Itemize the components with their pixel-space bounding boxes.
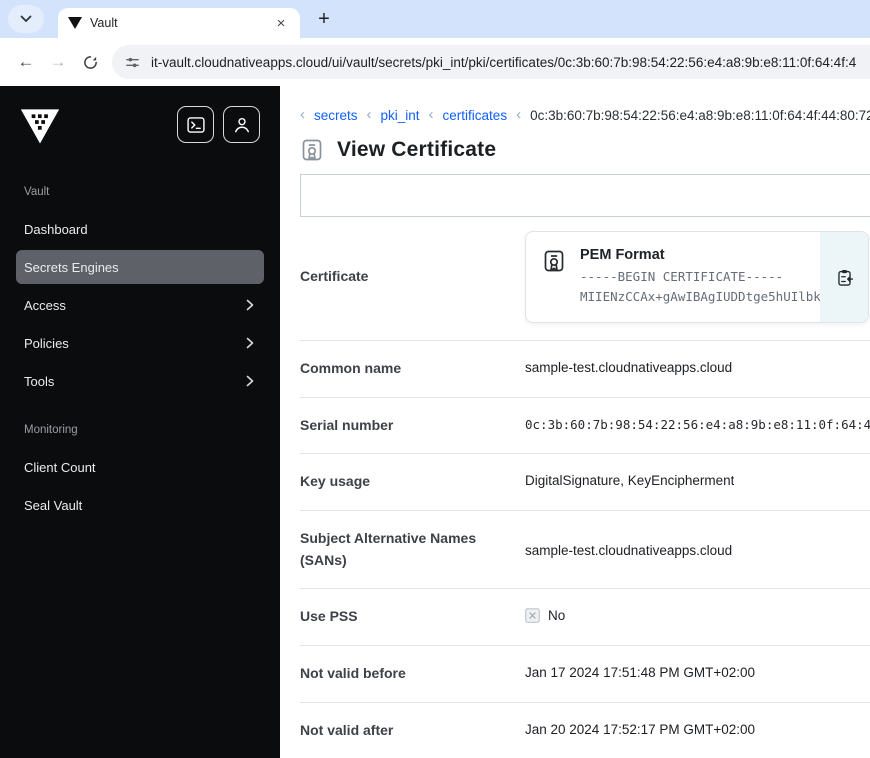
sidebar-item-secrets-engines[interactable]: Secrets Engines: [16, 250, 264, 284]
detail-value: Jan 17 2024 17:51:48 PM GMT+02:00: [525, 665, 756, 681]
detail-row-not-valid-after: Not valid after Jan 20 2024 17:52:17 PM …: [300, 703, 870, 758]
chevron-left-icon: ‹: [300, 108, 305, 123]
sidebar-item-seal-vault[interactable]: Seal Vault: [16, 486, 264, 524]
breadcrumb-pki-int[interactable]: pki_int: [381, 108, 420, 123]
sidebar-nav: Vault Dashboard Secrets Engines Access P…: [16, 186, 264, 524]
chevron-right-icon: [246, 337, 254, 349]
chevron-right-icon: [246, 375, 254, 387]
detail-row-certificate: Certificate PEM Format -----BEGIN CERTIF…: [300, 217, 870, 341]
pem-line-begin: -----BEGIN CERTIFICATE-----: [580, 269, 784, 284]
detail-label: Subject Alternative Names (SANs): [300, 530, 477, 568]
detail-label: Not valid before: [300, 665, 406, 682]
page-title-text: View Certificate: [337, 138, 497, 161]
detail-row-serial-number: Serial number 0c:3b:60:7b:98:54:22:56:e4…: [300, 398, 870, 455]
sidebar-item-client-count[interactable]: Client Count: [16, 448, 264, 486]
tab-search-button[interactable]: [8, 5, 44, 33]
forward-button[interactable]: →: [42, 46, 74, 78]
tab-close-icon[interactable]: ×: [272, 14, 290, 32]
detail-label: Use PSS: [300, 608, 358, 625]
main-content: ‹ secrets ‹ pki_int ‹ certificates ‹ 0c:…: [280, 86, 870, 758]
detail-value: No: [548, 608, 566, 624]
page-toolbar: [300, 174, 870, 217]
browser-toolbar: ← → it-vault.cloudnativeapps.cloud/ui/va…: [0, 38, 870, 86]
detail-value: DigitalSignature, KeyEncipherment: [525, 473, 735, 489]
detail-row-common-name: Common name sample-test.cloudnativeapps.…: [300, 341, 870, 398]
browser-tab-vault[interactable]: Vault ×: [58, 8, 300, 38]
breadcrumb-certificates[interactable]: certificates: [443, 108, 508, 123]
detail-value-serial: 0c:3b:60:7b:98:54:22:56:e4:a8:9b:e8:11:0…: [525, 416, 870, 432]
detail-label: Serial number: [300, 416, 394, 433]
sidebar: Vault Dashboard Secrets Engines Access P…: [0, 86, 280, 758]
page-title: View Certificate: [300, 138, 870, 162]
detail-value-pss: No: [525, 606, 565, 623]
breadcrumb-current-serial: 0c:3b:60:7b:98:54:22:56:e4:a8:9b:e8:11:0…: [530, 108, 870, 123]
detail-value: sample-test.cloudnativeapps.cloud: [525, 360, 733, 375]
detail-label: Not valid after: [300, 721, 394, 738]
detail-value: Jan 20 2024 17:52:17 PM GMT+02:00: [525, 721, 756, 737]
user-menu-button[interactable]: [223, 106, 260, 143]
terminal-icon: [186, 116, 205, 133]
certificate-details: Certificate PEM Format -----BEGIN CERTIF…: [300, 217, 870, 758]
detail-row-not-valid-before: Not valid before Jan 17 2024 17:51:48 PM…: [300, 646, 870, 703]
chevron-down-icon: [20, 15, 32, 22]
certificate-icon: [302, 139, 322, 161]
detail-label: Key usage: [300, 473, 371, 490]
tab-title: Vault: [90, 16, 118, 30]
pem-certificate-card: PEM Format -----BEGIN CERTIFICATE----- M…: [525, 231, 869, 323]
pem-format-title: PEM Format: [580, 247, 665, 263]
vault-logo-icon: [20, 109, 60, 144]
reload-button[interactable]: [74, 46, 106, 78]
detail-row-sans: Subject Alternative Names (SANs) sample-…: [300, 511, 870, 590]
chevron-left-icon: ‹: [366, 108, 372, 123]
detail-label: Certificate: [300, 268, 369, 285]
copy-certificate-button[interactable]: [820, 232, 868, 322]
sidebar-item-access[interactable]: Access: [16, 286, 264, 324]
back-button[interactable]: ←: [10, 46, 42, 78]
vault-favicon-icon: [68, 17, 82, 29]
console-button[interactable]: [177, 106, 214, 143]
sidebar-item-policies[interactable]: Policies: [16, 324, 264, 362]
pem-line-body: MIIENzCCAx+gAwIBAgIUDDtge5hUIlbk…: [580, 289, 829, 304]
url-text[interactable]: it-vault.cloudnativeapps.cloud/ui/vault/…: [151, 55, 856, 70]
url-bar[interactable]: it-vault.cloudnativeapps.cloud/ui/vault/…: [112, 45, 870, 79]
nav-section-monitoring: Monitoring: [24, 424, 78, 436]
clipboard-copy-icon: [837, 269, 853, 286]
reload-icon: [83, 55, 97, 69]
sidebar-item-tools[interactable]: Tools: [16, 362, 264, 400]
breadcrumb: ‹ secrets ‹ pki_int ‹ certificates ‹ 0c:…: [300, 108, 870, 123]
site-settings-icon[interactable]: [124, 54, 141, 71]
screen: Vault × + ← → it-vault.cloudnativeapps.c…: [0, 0, 870, 758]
chevron-right-icon: [246, 299, 254, 311]
x-square-icon: [525, 608, 540, 624]
chevron-left-icon: ‹: [428, 108, 434, 123]
breadcrumb-secrets[interactable]: secrets: [314, 108, 358, 123]
user-icon: [234, 117, 249, 132]
detail-row-use-pss: Use PSS No: [300, 589, 870, 647]
detail-value: sample-test.cloudnativeapps.cloud: [525, 543, 733, 559]
detail-label: Common name: [300, 360, 402, 376]
new-tab-button[interactable]: +: [310, 5, 338, 33]
detail-row-key-usage: Key usage DigitalSignature, KeyEncipherm…: [300, 454, 870, 512]
sidebar-item-dashboard[interactable]: Dashboard: [16, 210, 264, 248]
chevron-left-icon: ‹: [516, 108, 522, 123]
browser-tabstrip: Vault × +: [0, 0, 870, 38]
pem-card-body: PEM Format -----BEGIN CERTIFICATE----- M…: [580, 247, 828, 307]
certificate-icon: [544, 250, 564, 272]
nav-section-vault: Vault: [24, 186, 50, 198]
